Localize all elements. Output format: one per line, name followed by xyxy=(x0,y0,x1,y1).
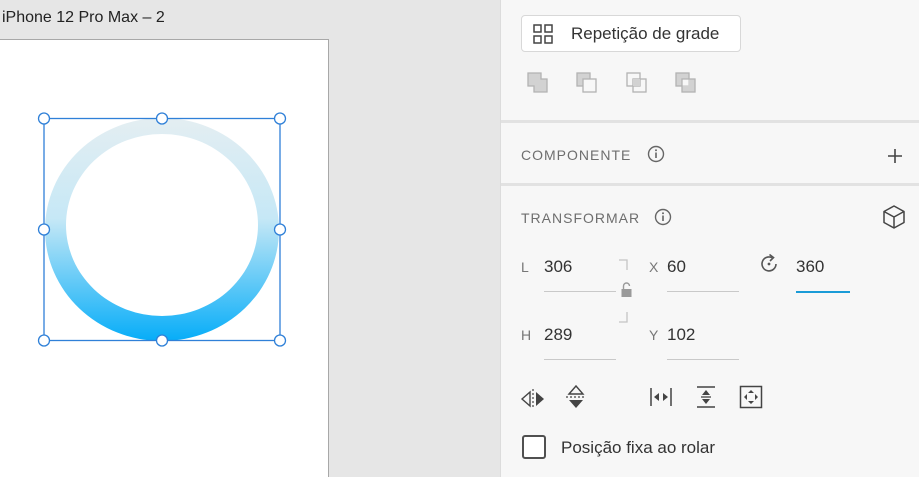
rotate-icon xyxy=(761,253,777,272)
ellipse-ring[interactable] xyxy=(45,118,279,341)
flip-vertical-icon[interactable] xyxy=(563,384,589,410)
unlock-icon[interactable] xyxy=(615,258,633,324)
resize-handle-top[interactable] xyxy=(155,112,169,125)
height-underline xyxy=(544,359,616,360)
flip-horizontal-icon[interactable] xyxy=(520,386,546,412)
fixed-position-checkbox[interactable] xyxy=(522,435,546,459)
height-label: H xyxy=(521,327,532,343)
resize-handle-right[interactable] xyxy=(273,223,287,236)
resize-handle-top-right[interactable] xyxy=(273,112,287,125)
resize-handle-bottom-left[interactable] xyxy=(37,334,51,347)
resize-handle-top-left[interactable] xyxy=(37,112,51,125)
distribute-vertical-icon[interactable] xyxy=(693,384,719,410)
property-inspector: Repetição de grade COMPONENTE TRANSFORMA… xyxy=(500,0,919,477)
y-label: Y xyxy=(649,327,659,343)
distribute-horizontal-icon[interactable] xyxy=(648,384,674,410)
grid-icon xyxy=(533,23,553,44)
x-underline xyxy=(667,291,739,292)
info-icon[interactable] xyxy=(654,208,672,226)
intersect-icon[interactable] xyxy=(624,70,650,96)
plus-icon[interactable] xyxy=(885,146,905,166)
design-canvas[interactable]: iPhone 12 Pro Max – 2 xyxy=(0,0,500,477)
resize-handle-bottom[interactable] xyxy=(155,334,169,347)
rotation-underline-focused xyxy=(796,291,850,293)
rotation-input[interactable]: 360 xyxy=(796,257,824,277)
add-icon[interactable] xyxy=(525,70,551,96)
component-section-title: COMPONENTE xyxy=(521,147,632,163)
exclude-icon[interactable] xyxy=(673,70,699,96)
repeat-grid-label: Repetição de grade xyxy=(571,23,720,43)
height-input[interactable]: 289 xyxy=(544,325,572,345)
width-input[interactable]: 306 xyxy=(544,257,572,277)
width-label: L xyxy=(521,259,529,275)
subtract-icon[interactable] xyxy=(574,70,600,96)
repeat-grid-button[interactable]: Repetição de grade xyxy=(521,15,741,52)
resize-handle-bottom-right[interactable] xyxy=(273,334,287,347)
x-input[interactable]: 60 xyxy=(667,257,686,277)
fixed-position-label: Posição fixa ao rolar xyxy=(561,438,716,457)
selection-layer xyxy=(37,112,287,347)
info-icon[interactable] xyxy=(647,145,665,163)
transform-section-title: TRANSFORMAR xyxy=(521,210,641,226)
selection-handles xyxy=(37,112,287,347)
fit-content-icon[interactable] xyxy=(738,384,764,410)
divider xyxy=(501,183,919,186)
y-underline xyxy=(667,359,739,360)
resize-handle-left[interactable] xyxy=(37,223,51,236)
divider xyxy=(501,120,919,123)
x-label: X xyxy=(649,259,659,275)
y-input[interactable]: 102 xyxy=(667,325,695,345)
width-underline xyxy=(544,291,616,292)
cube-icon[interactable] xyxy=(881,204,907,230)
